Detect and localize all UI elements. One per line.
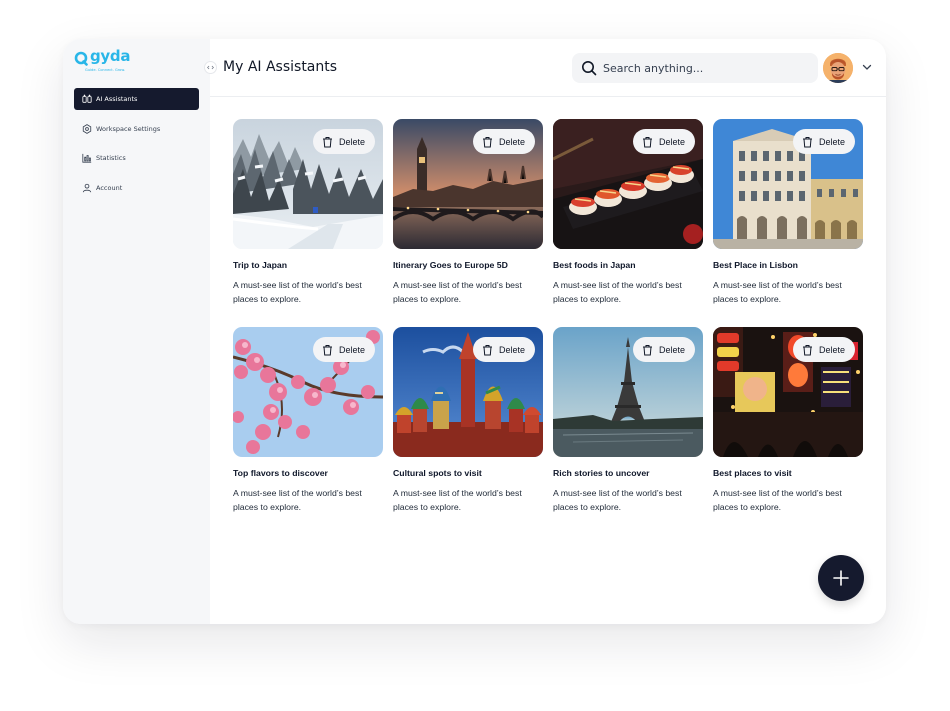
delete-label: Delete <box>658 344 685 355</box>
delete-label: Delete <box>658 136 685 147</box>
card-thumbnail[interactable]: Delete <box>393 327 543 457</box>
card-title: Itinerary Goes to Europe 5D <box>393 260 508 270</box>
delete-label: Delete <box>498 136 525 147</box>
delete-button[interactable]: Delete <box>472 129 535 154</box>
collapse-icon <box>207 65 214 70</box>
sidebar-item-label: AI Assistants <box>96 95 138 103</box>
trash-icon <box>322 136 332 147</box>
card-title: Rich stories to uncover <box>553 468 650 478</box>
chart-icon <box>81 153 92 164</box>
delete-label: Delete <box>498 344 525 355</box>
delete-button[interactable]: Delete <box>472 337 535 362</box>
assistant-card[interactable]: Delete Itinerary Goes to Europe 5D A mus… <box>393 119 543 306</box>
sidebar-item-statistics[interactable]: Statistics <box>74 147 199 169</box>
sidebar-item-label: Workspace Settings <box>96 124 161 133</box>
user-icon <box>81 182 92 193</box>
assistant-card[interactable]: Delete Best Place in Lisbon A must-see l… <box>713 119 863 306</box>
assistant-card[interactable]: Delete Trip to Japan A must-see list of … <box>233 119 383 306</box>
chevron-down-icon[interactable] <box>862 62 872 72</box>
card-thumbnail[interactable]: Delete <box>713 119 863 249</box>
trash-icon <box>642 344 652 355</box>
assistant-card[interactable]: Delete Top flavors to discover A must-se… <box>233 327 383 514</box>
delete-button[interactable]: Delete <box>632 129 695 154</box>
sidebar-item-label: Account <box>96 183 123 192</box>
top-header: My AI Assistants <box>210 39 886 97</box>
search-bar[interactable] <box>572 53 818 83</box>
brand-name: gyda <box>90 47 131 65</box>
search-input[interactable] <box>603 61 793 75</box>
card-thumbnail[interactable]: Delete <box>233 327 383 457</box>
app-window: gyda Guide. Connect. Grow. AI Assistants… <box>63 39 886 624</box>
assistant-card[interactable]: Delete Cultural spots to visit A must-se… <box>393 327 543 514</box>
card-description: A must-see list of the world’s best plac… <box>233 280 362 304</box>
card-title: Cultural spots to visit <box>393 468 482 478</box>
card-title: Best places to visit <box>713 468 792 478</box>
sidebar-item-label: Statistics <box>96 154 126 163</box>
avatar[interactable] <box>823 53 853 83</box>
card-description: A must-see list of the world’s best plac… <box>393 488 522 512</box>
assistant-card[interactable]: Delete Rich stories to uncover A must-se… <box>553 327 703 514</box>
settings-icon <box>81 123 92 134</box>
trash-icon <box>642 136 652 147</box>
trash-icon <box>482 344 492 355</box>
delete-label: Delete <box>338 344 365 355</box>
assistants-icon <box>81 94 92 105</box>
card-description: A must-see list of the world’s best plac… <box>713 280 842 304</box>
assistant-card[interactable]: Delete Best places to visit A must-see l… <box>713 327 863 514</box>
avatar-image <box>823 53 853 83</box>
delete-label: Delete <box>818 344 845 355</box>
sidebar-nav: AI Assistants Workspace Settings Statist… <box>74 88 199 206</box>
card-thumbnail[interactable]: Delete <box>553 119 703 249</box>
brand-tagline: Guide. Connect. Grow. <box>85 68 126 72</box>
card-description: A must-see list of the world’s best plac… <box>713 488 842 512</box>
delete-label: Delete <box>338 136 365 147</box>
card-thumbnail[interactable]: Delete <box>393 119 543 249</box>
card-thumbnail[interactable]: Delete <box>713 327 863 457</box>
sidebar-item-account[interactable]: Account <box>74 177 199 199</box>
card-description: A must-see list of the world’s best plac… <box>553 280 682 304</box>
card-description: A must-see list of the world’s best plac… <box>233 488 362 512</box>
delete-button[interactable]: Delete <box>312 129 375 154</box>
logo-mark-icon <box>74 51 88 66</box>
delete-label: Delete <box>818 136 845 147</box>
card-title: Best Place in Lisbon <box>713 260 798 270</box>
assistant-card[interactable]: Delete Best foods in Japan A must-see li… <box>553 119 703 306</box>
delete-button[interactable]: Delete <box>312 337 375 362</box>
sidebar-item-ai-assistants[interactable]: AI Assistants <box>74 88 199 110</box>
card-thumbnail[interactable]: Delete <box>553 327 703 457</box>
trash-icon <box>322 344 332 355</box>
page-title: My AI Assistants <box>223 59 338 75</box>
card-title: Best foods in Japan <box>553 260 636 270</box>
main-content: My AI Assistants Search anything... Dele… <box>210 39 886 624</box>
card-description: A must-see list of the world’s best plac… <box>553 488 682 512</box>
trash-icon <box>802 136 812 147</box>
brand-logo[interactable]: gyda Guide. Connect. Grow. <box>74 47 144 75</box>
card-thumbnail[interactable]: Delete <box>233 119 383 249</box>
card-title: Trip to Japan <box>233 260 288 270</box>
sidebar: gyda Guide. Connect. Grow. AI Assistants… <box>63 39 210 624</box>
sidebar-item-workspace-settings[interactable]: Workspace Settings <box>74 118 199 140</box>
card-title: Top flavors to discover <box>233 468 328 478</box>
add-assistant-button[interactable] <box>818 555 864 601</box>
search-icon <box>582 61 597 76</box>
trash-icon <box>802 344 812 355</box>
delete-button[interactable]: Delete <box>792 337 855 362</box>
delete-button[interactable]: Delete <box>632 337 695 362</box>
plus-icon <box>833 570 849 586</box>
trash-icon <box>482 136 492 147</box>
card-description: A must-see list of the world’s best plac… <box>393 280 522 304</box>
sidebar-collapse-button[interactable] <box>204 61 217 74</box>
delete-button[interactable]: Delete <box>792 129 855 154</box>
